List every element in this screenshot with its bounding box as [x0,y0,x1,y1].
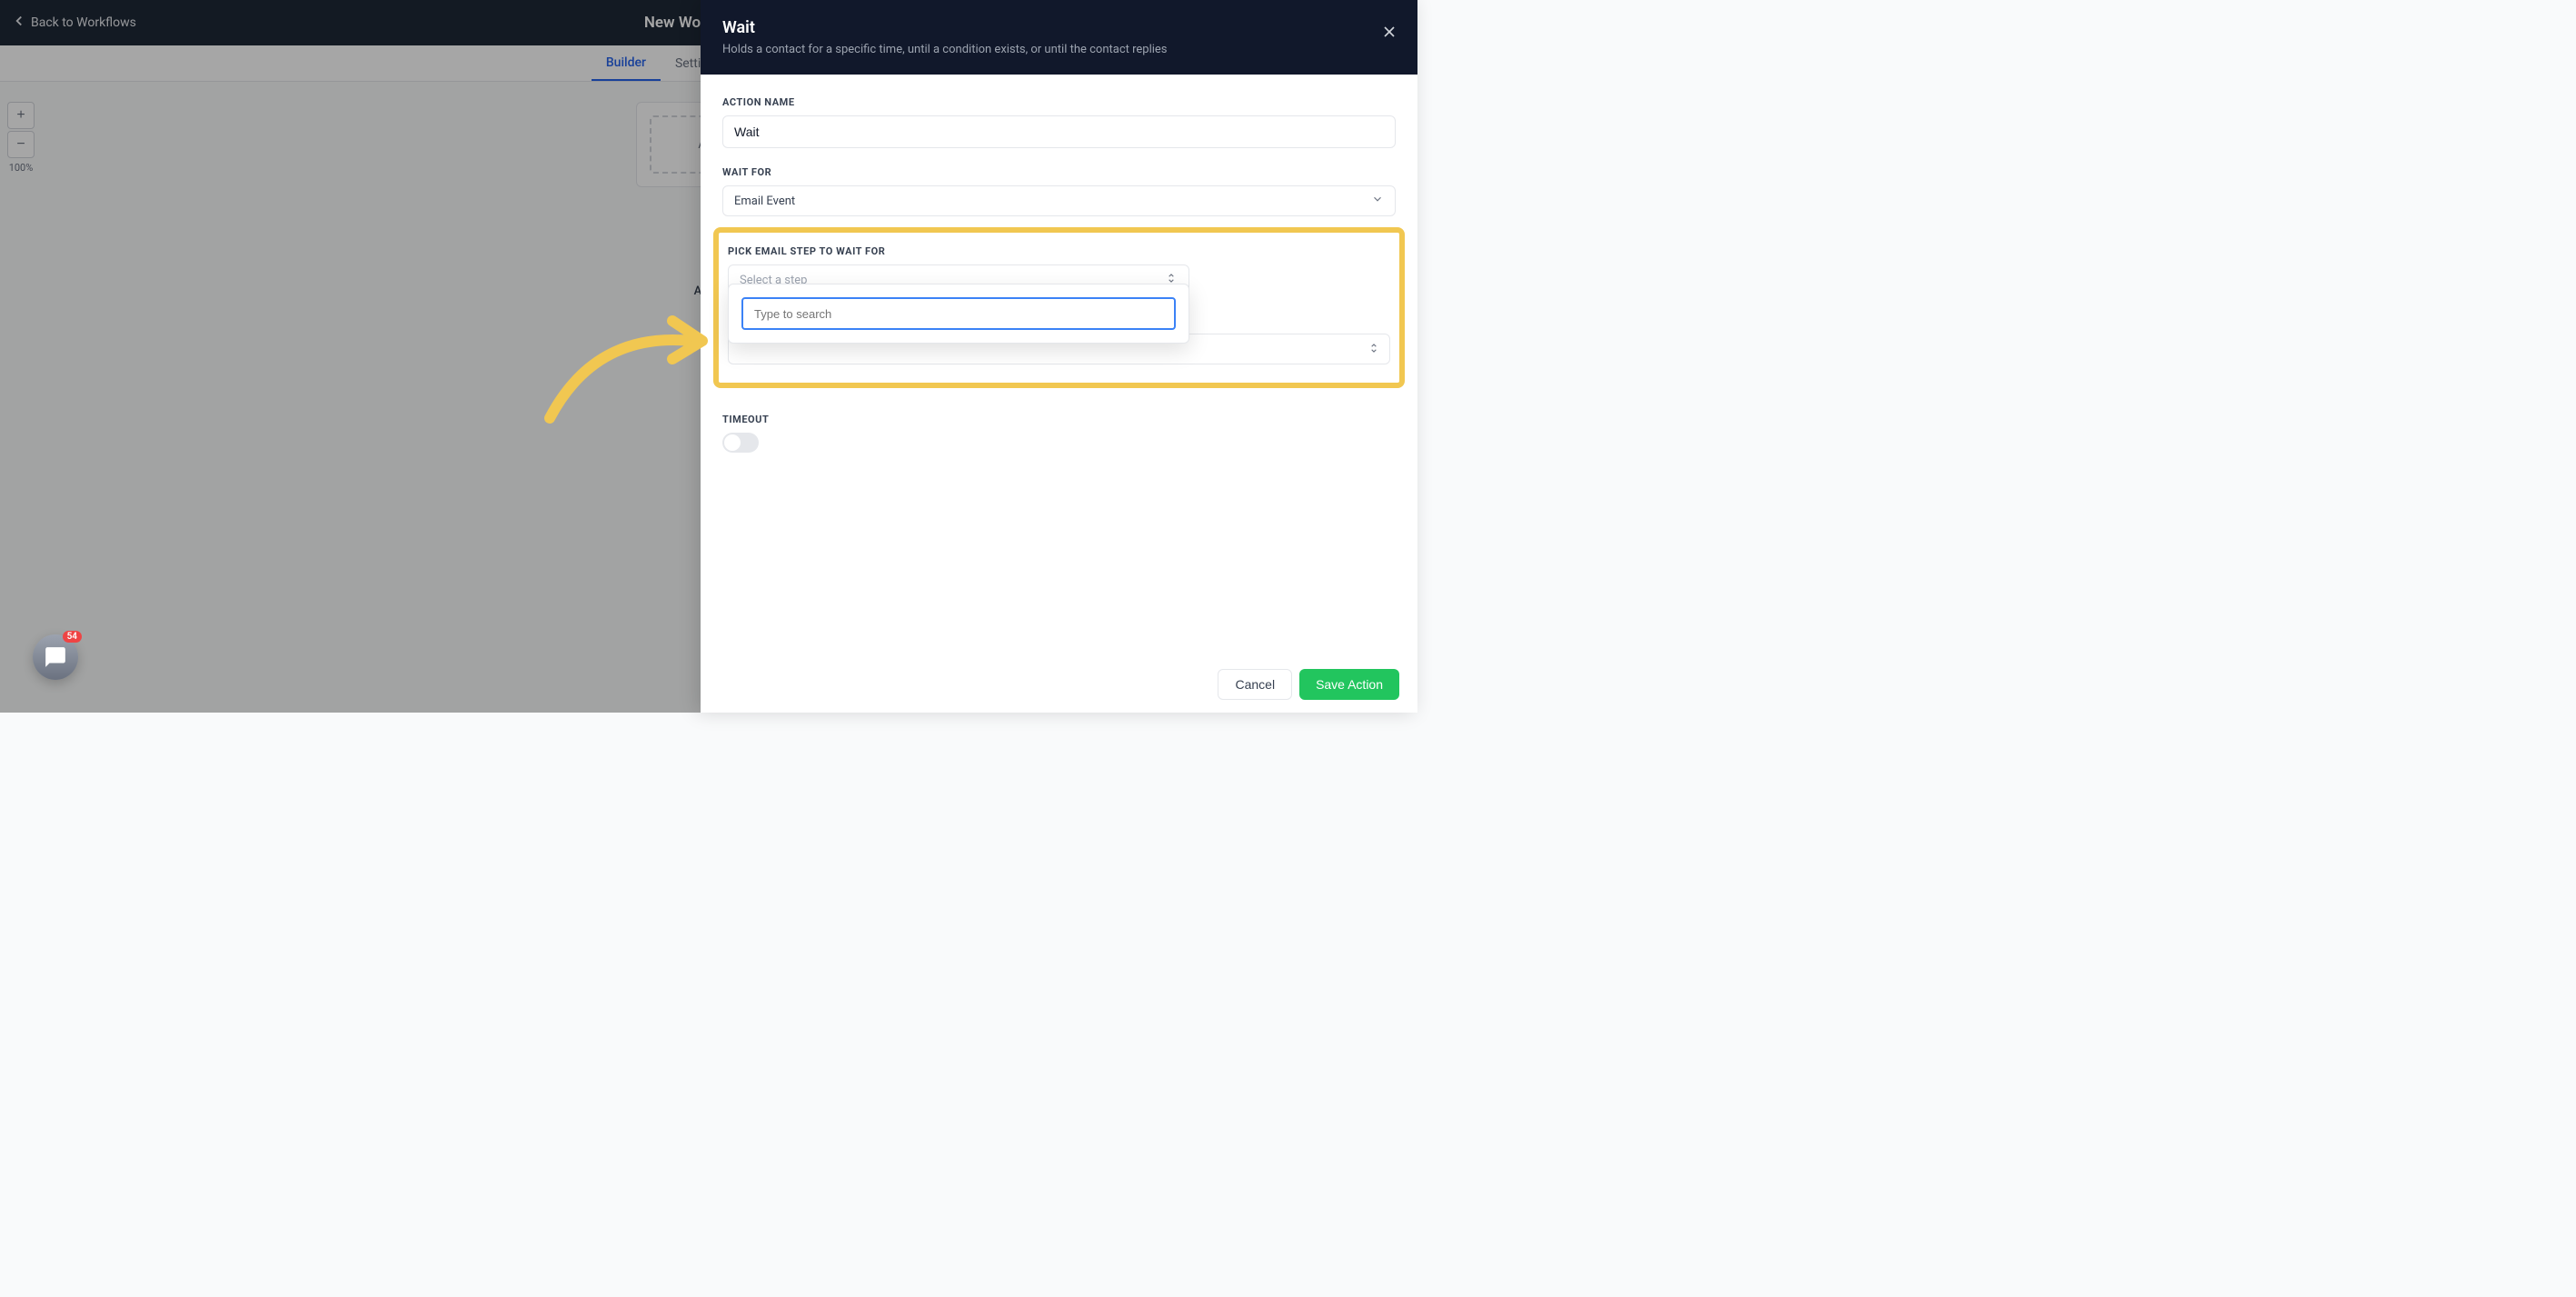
chevron-updown-icon [1368,341,1380,358]
panel-footer: Cancel Save Action [701,656,1417,713]
timeout-label: TIMEOUT [722,414,1396,425]
panel-title: Wait [722,18,1388,37]
pick-email-step-label: PICK EMAIL STEP TO WAIT FOR [728,245,1390,257]
step-search-input[interactable] [741,297,1176,330]
close-icon[interactable] [1379,22,1399,42]
wait-for-value: Email Event [734,195,795,208]
action-name-label: ACTION NAME [722,96,1396,108]
chevron-down-icon [1371,193,1384,209]
panel-subtitle: Holds a contact for a specific time, unt… [722,43,1388,56]
wait-for-select[interactable]: Email Event [722,185,1396,216]
save-action-button[interactable]: Save Action [1299,669,1399,700]
step-search-dropdown [728,284,1189,344]
chat-widget[interactable]: 54 [33,634,78,680]
wait-for-label: WAIT FOR [722,166,1396,178]
highlighted-section: PICK EMAIL STEP TO WAIT FOR Select a ste… [713,227,1405,388]
timeout-section: TIMEOUT [722,414,1396,453]
panel-header: Wait Holds a contact for a specific time… [701,0,1417,75]
action-name-input[interactable] [722,115,1396,148]
wait-action-panel: Wait Holds a contact for a specific time… [701,0,1417,713]
chat-badge: 54 [63,631,82,643]
cancel-button[interactable]: Cancel [1218,669,1292,700]
timeout-toggle[interactable] [722,433,759,453]
panel-body: ACTION NAME WAIT FOR Email Event PICK EM… [701,75,1417,656]
